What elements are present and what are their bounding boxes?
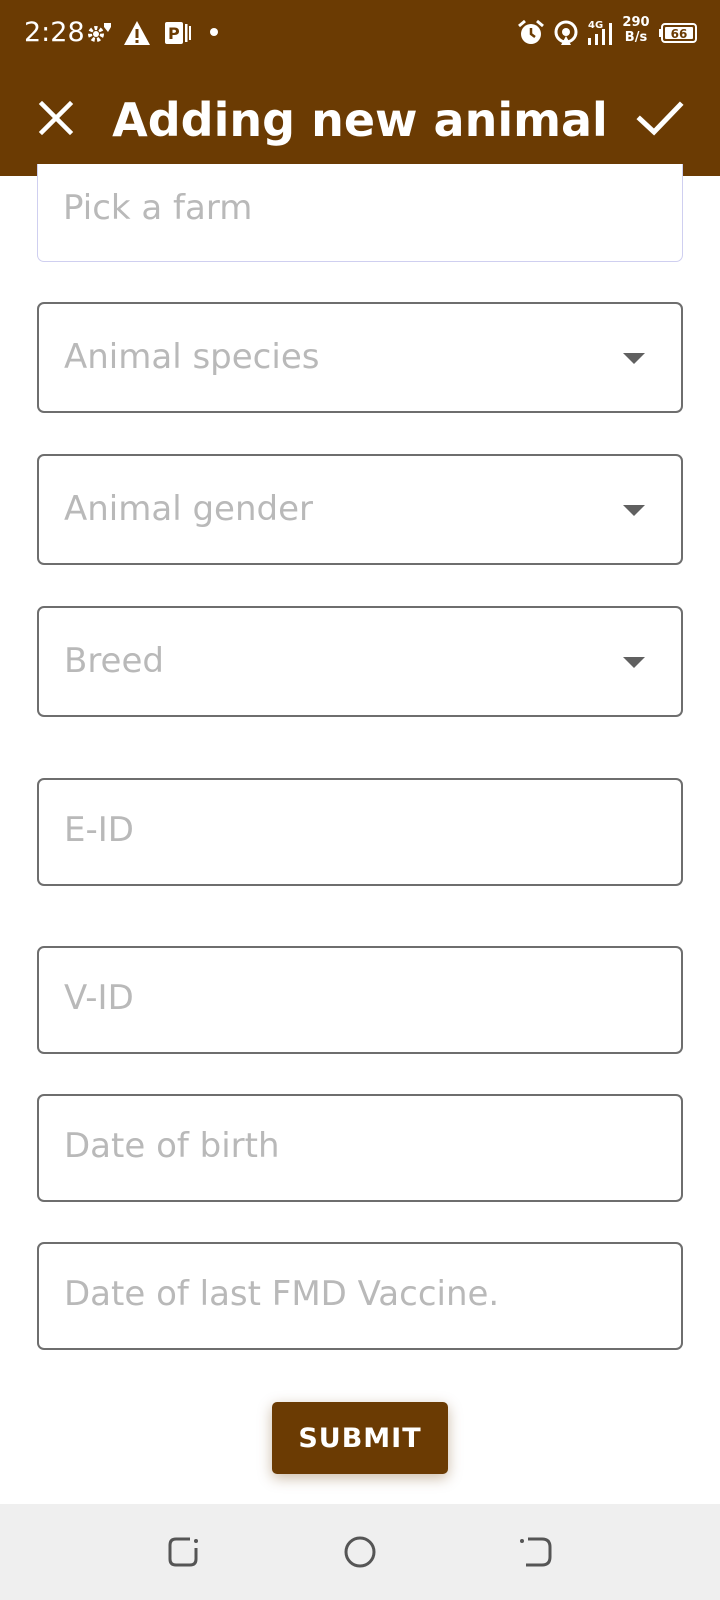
vid-field[interactable]: V-ID — [37, 946, 683, 1054]
recents-icon[interactable] — [164, 1532, 204, 1572]
dropdown-arrow-icon — [623, 505, 645, 516]
date-of-birth-field[interactable]: Date of birth — [37, 1094, 683, 1202]
fmd-vaccine-date-field[interactable]: Date of last FMD Vaccine. — [37, 1242, 683, 1350]
breed-dropdown[interactable]: Breed — [37, 606, 683, 717]
dob-placeholder: Date of birth — [64, 1126, 280, 1166]
settings-icon — [88, 23, 111, 42]
parking-icon: P — [165, 22, 191, 44]
vid-placeholder: V-ID — [64, 978, 134, 1018]
check-icon[interactable] — [632, 94, 688, 142]
battery-level: 66 — [671, 27, 688, 41]
dropdown-arrow-icon — [623, 353, 645, 364]
signal-icon: 4G — [588, 20, 612, 45]
system-nav-bar — [0, 1504, 720, 1600]
dot-icon — [210, 28, 218, 36]
battery-icon: 66 — [659, 23, 697, 43]
net-speed-value: 290 — [622, 15, 650, 30]
dropdown-arrow-icon — [623, 657, 645, 668]
eid-field[interactable]: E-ID — [37, 778, 683, 886]
status-time: 2:28 — [24, 17, 85, 48]
species-dropdown[interactable]: Animal species — [37, 302, 683, 413]
network-type-label: 4G — [588, 20, 603, 31]
farm-field[interactable]: Pick a farm — [37, 164, 683, 262]
net-speed-unit: B/s — [624, 30, 648, 45]
submit-button[interactable]: SUBMIT — [272, 1402, 448, 1474]
back-icon[interactable] — [516, 1532, 556, 1572]
hotspot-icon — [554, 20, 578, 45]
breed-placeholder: Breed — [64, 641, 164, 681]
page-title: Adding new animal — [112, 93, 608, 147]
status-bar: 2:28 P 4G 290 B/s 66 — [0, 0, 720, 64]
warning-icon — [124, 21, 150, 45]
gender-placeholder: Animal gender — [64, 489, 313, 529]
alarm-icon — [518, 19, 544, 44]
gender-dropdown[interactable]: Animal gender — [37, 454, 683, 565]
species-placeholder: Animal species — [64, 337, 320, 377]
fmd-placeholder: Date of last FMD Vaccine. — [64, 1274, 500, 1314]
app-bar: 2:28 P 4G 290 B/s 66 Adding new animal — [0, 0, 720, 176]
home-icon[interactable] — [340, 1532, 380, 1572]
net-speed: 290 B/s — [621, 15, 651, 45]
farm-placeholder: Pick a farm — [63, 188, 253, 228]
svg-text:P: P — [168, 24, 180, 43]
eid-placeholder: E-ID — [64, 810, 134, 850]
